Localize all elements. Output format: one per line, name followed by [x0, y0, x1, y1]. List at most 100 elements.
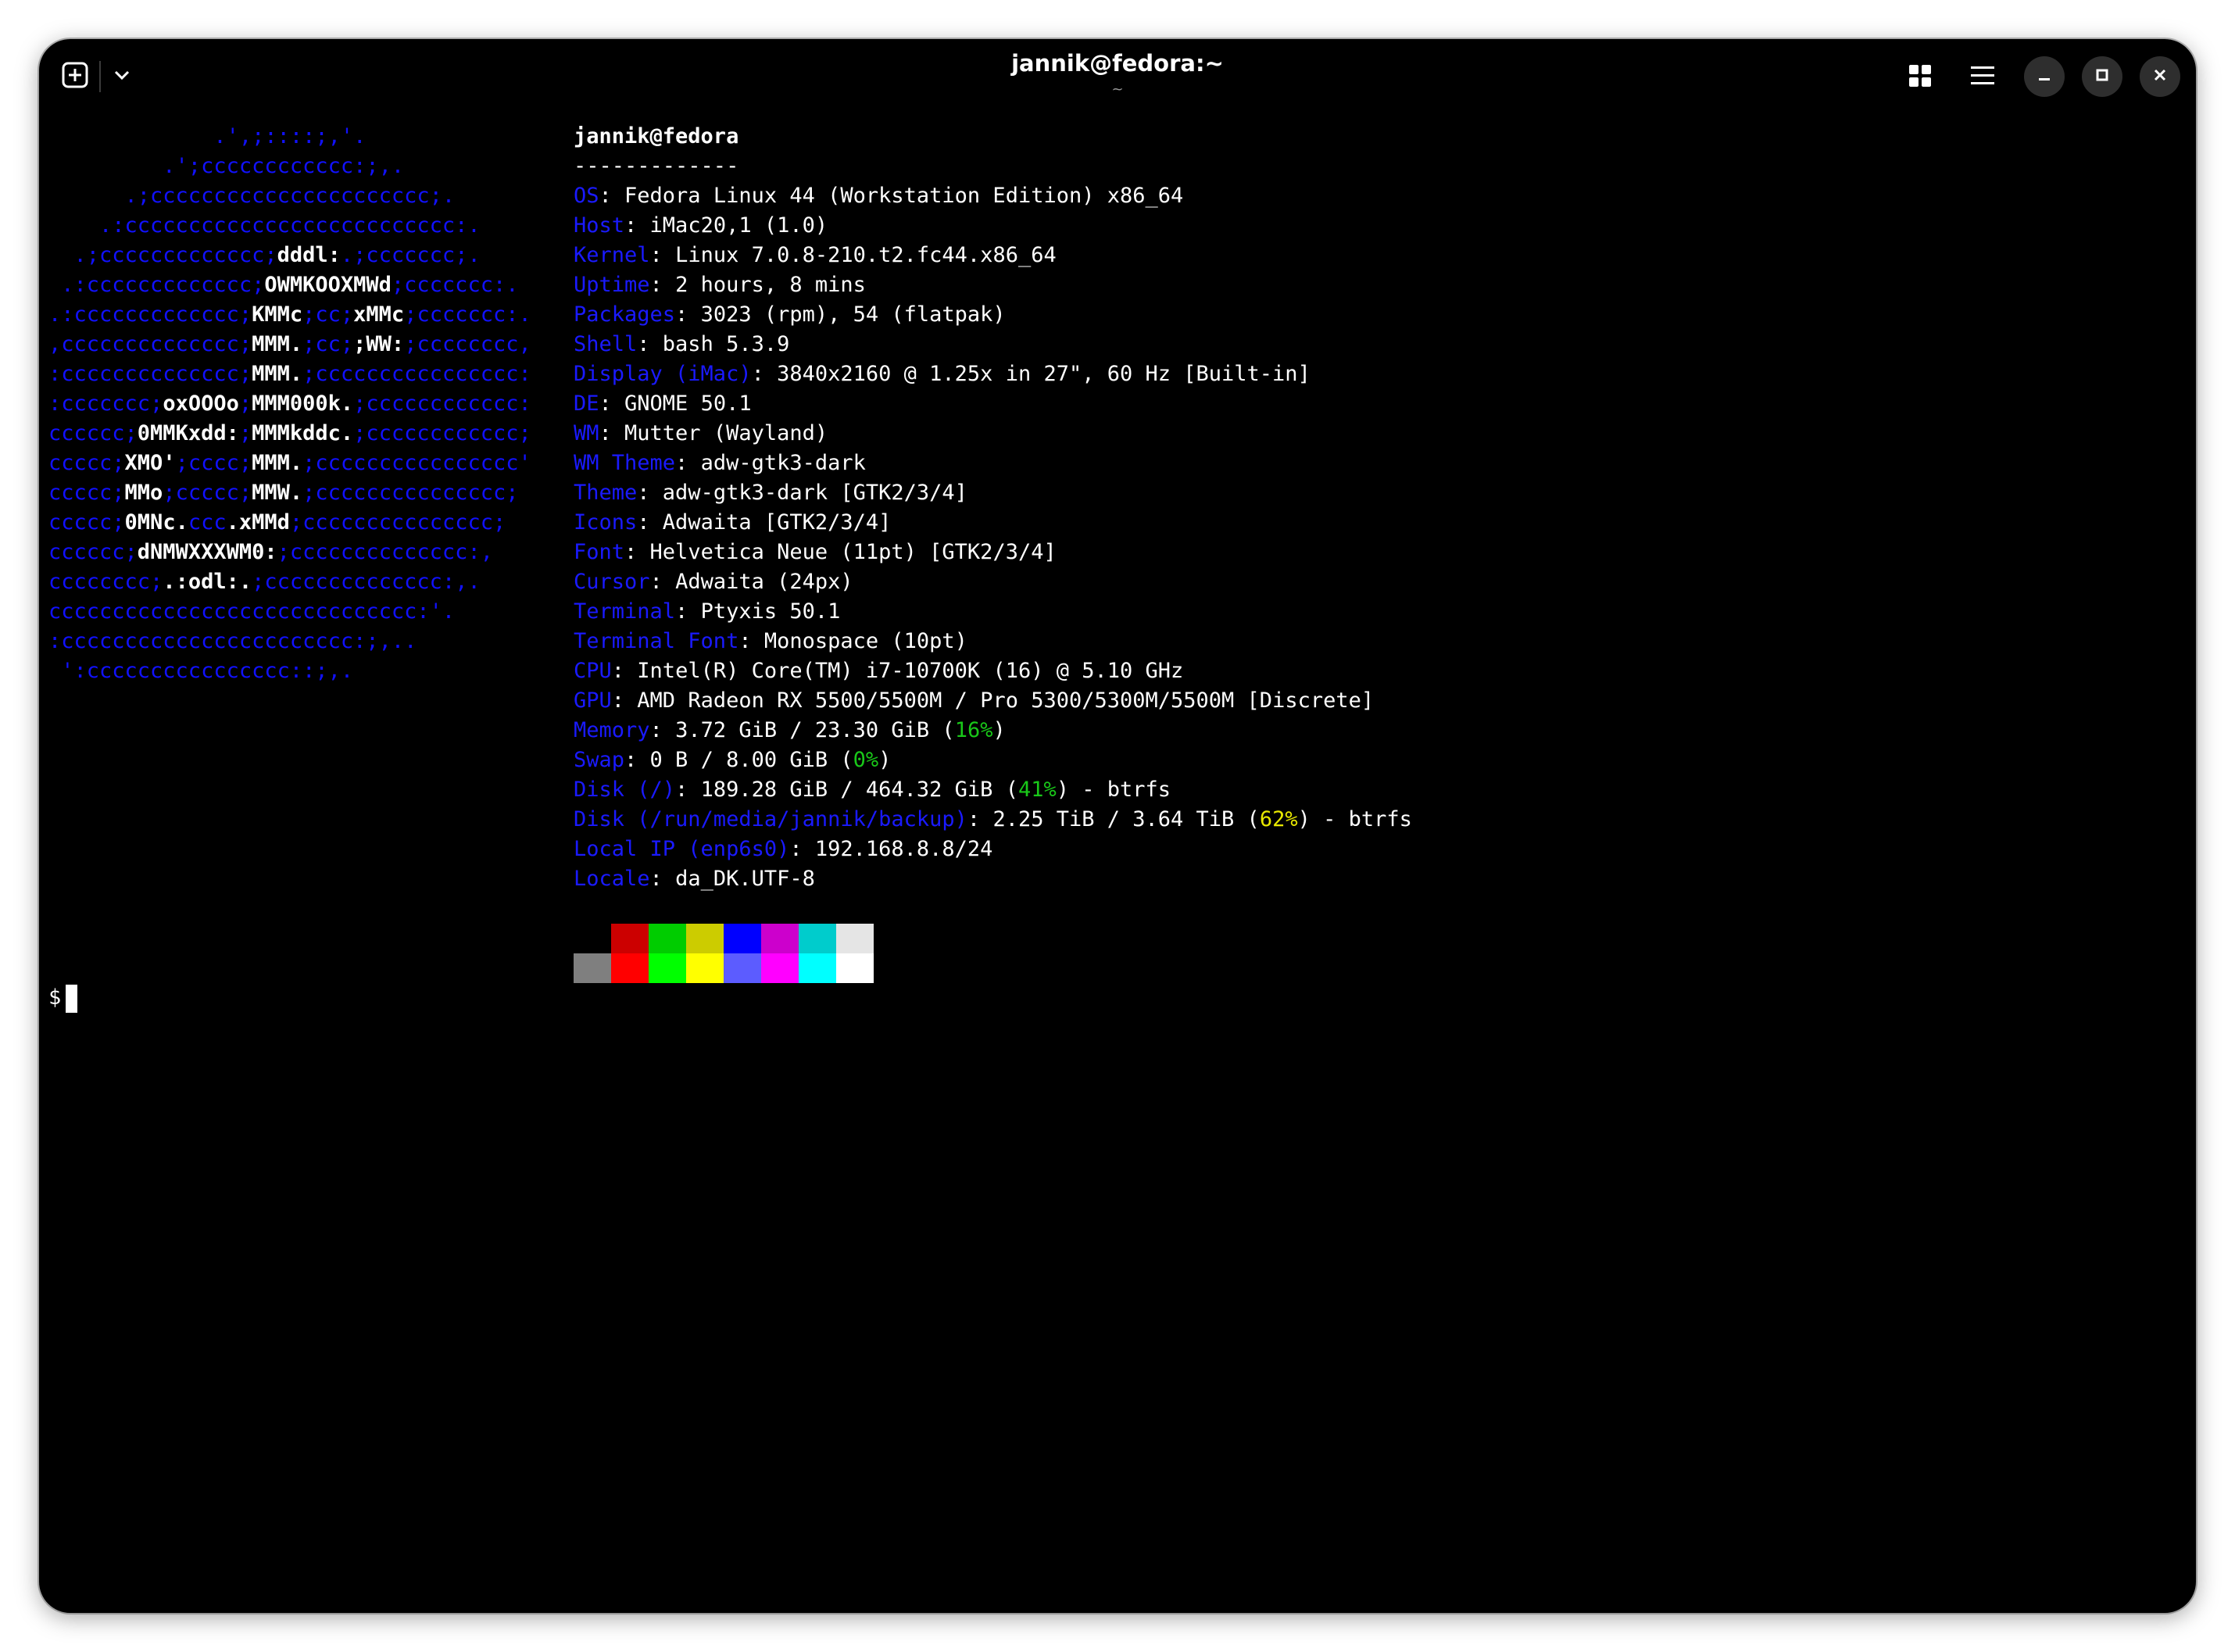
info-row: Packages: 3023 (rpm), 54 (flatpak) — [574, 302, 1006, 327]
logo-segment: ;cccccccc, — [404, 332, 531, 356]
logo-segment: ;ccccc; — [163, 481, 252, 505]
info-value: Linux 7.0.8-210.t2.fc44.x86_64 — [675, 243, 1057, 267]
logo-segment: ;cccccccccccc: — [353, 392, 531, 416]
info-value: Helvetica Neue (11pt) [GTK2/3/4] — [649, 540, 1057, 564]
info-value: Adwaita (24px) — [675, 570, 853, 594]
info-label: CPU — [574, 659, 612, 683]
logo-segment: .:ccccccccccccc; — [48, 273, 265, 297]
info-label: OS — [574, 184, 599, 208]
palette-swatch — [761, 953, 799, 983]
info-label: Terminal Font — [574, 629, 739, 653]
logo-line: ccccccccccccccccccccccccccccc:'. — [48, 597, 455, 627]
logo-segment: .';cccccccccccc:;,. — [48, 154, 405, 178]
logo-line: ccccc;MMo;ccccc;MMW.;ccccccccccccccc; — [48, 478, 519, 508]
info-row: Swap: 0 B / 8.00 GiB (0%) — [574, 748, 892, 772]
logo-line: .;cccccccccccccccccccccc;. — [48, 181, 456, 211]
info-row: Memory: 3.72 GiB / 23.30 GiB (16%) — [574, 718, 1006, 742]
minimize-button[interactable] — [2024, 56, 2065, 97]
logo-segment: ;cc; — [302, 332, 354, 356]
logo-segment: ;cccccccccccccccc' — [302, 451, 531, 475]
info-suffix: ) - btrfs — [1056, 778, 1171, 802]
palette-swatch — [574, 953, 611, 983]
close-icon — [2153, 68, 2167, 85]
info-label: Memory — [574, 718, 650, 742]
palette-swatch — [611, 924, 649, 953]
logo-line: .',;::::;,'. — [48, 122, 366, 152]
info-value: Monospace (10pt) — [763, 629, 967, 653]
info-value: adw-gtk3-dark [GTK2/3/4] — [662, 481, 967, 505]
logo-segment: ccccccccccccccccccccccccccccc:'. — [48, 599, 456, 624]
info-value: Adwaita [GTK2/3/4] — [662, 510, 892, 535]
logo-segment: :ccccccccccccccccccccccc:;,.. — [48, 629, 417, 653]
logo-segment: ,cccccccccccccc; — [48, 332, 252, 356]
logo-segment: ;cccccccccccccccc: — [302, 362, 531, 386]
logo-line: cccccccc;.:odl:.;cccccccccccccc:,. — [48, 567, 481, 597]
info-value: 3.72 GiB / 23.30 GiB ( — [675, 718, 955, 742]
info-row: Terminal Font: Monospace (10pt) — [574, 629, 967, 653]
logo-line: ccccc;0MNc.ccc.xMMd;ccccccccccccccc; — [48, 508, 506, 538]
palette-swatch — [761, 924, 799, 953]
logo-segment: 0MNc. — [124, 510, 188, 535]
info-row: Kernel: Linux 7.0.8-210.t2.fc44.x86_64 — [574, 243, 1057, 267]
logo-segment: ':cccccccccccccccc::;,. — [48, 659, 354, 683]
logo-segment: ;WW: — [353, 332, 405, 356]
palette-swatch — [724, 953, 761, 983]
info-label: Shell — [574, 332, 638, 356]
info-row: Shell: bash 5.3.9 — [574, 332, 790, 356]
logo-segment: .:odl:. — [163, 570, 252, 594]
logo-segment: ccccc; — [48, 510, 125, 535]
logo-segment: .;cccccccccccccccccccccc;. — [48, 184, 456, 208]
palette-swatch — [836, 953, 874, 983]
palette-swatch — [649, 953, 686, 983]
logo-segment: OWMKOOXMWd — [264, 273, 392, 297]
info-row: Terminal: Ptyxis 50.1 — [574, 599, 841, 624]
logo-segment: oxOOOo — [163, 392, 239, 416]
info-label: Disk (/) — [574, 778, 676, 802]
logo-segment: MMW. — [252, 481, 303, 505]
logo-line: cccccc;dNMWXXXWM0:;cccccccccccccc:, — [48, 538, 493, 567]
logo-line: ':cccccccccccccccc::;,. — [48, 656, 353, 686]
info-value: 2 hours, 8 mins — [675, 273, 866, 297]
window-subtitle: ~ — [1111, 81, 1124, 98]
tab-overview-button[interactable] — [1899, 56, 1941, 98]
info-row: Local IP (enp6s0): 192.168.8.8/24 — [574, 837, 993, 861]
logo-segment: ; — [238, 421, 252, 445]
logo-segment: MMM000k. — [252, 392, 354, 416]
logo-segment: MMM. — [252, 362, 303, 386]
grid-icon — [1908, 64, 1932, 91]
logo-line: :cccccccccccccc;MMM.;cccccccccccccccc: — [48, 359, 531, 389]
shell-prompt[interactable]: $ — [48, 983, 78, 1013]
logo-segment: cccccc; — [48, 421, 138, 445]
maximize-icon — [2095, 68, 2109, 85]
info-label: Host — [574, 213, 625, 238]
logo-segment: .xMMd — [226, 510, 290, 535]
info-value: 189.28 GiB / 464.32 GiB ( — [700, 778, 1018, 802]
usage-percent: 41% — [1017, 778, 1057, 802]
logo-segment: cccccccc; — [48, 570, 163, 594]
info-row: Display (iMac): 3840x2160 @ 1.25x in 27"… — [574, 362, 1311, 386]
logo-segment: :ccccccc; — [48, 392, 163, 416]
info-label: Disk (/run/media/jannik/backup) — [574, 807, 967, 831]
palette-swatch — [799, 953, 836, 983]
main-menu-button[interactable] — [1961, 56, 2004, 98]
info-suffix: ) — [992, 718, 1006, 742]
terminal-output[interactable]: .',;::::;,'. .';cccccccccccc:;,. .;ccccc… — [39, 39, 1412, 1013]
info-value: iMac20,1 (1.0) — [649, 213, 828, 238]
maximize-button[interactable] — [2082, 56, 2122, 97]
logo-segment: XMO' — [124, 451, 176, 475]
logo-line: :ccccccc;oxOOOo;MMM000k.;cccccccccccc: — [48, 389, 531, 419]
info-value: Mutter (Wayland) — [624, 421, 828, 445]
info-value: Intel(R) Core(TM) i7-10700K (16) @ 5.10 … — [637, 659, 1184, 683]
prompt-symbol: $ — [48, 985, 62, 1010]
info-row: Theme: adw-gtk3-dark [GTK2/3/4] — [574, 481, 967, 505]
usage-percent: 62% — [1259, 807, 1298, 831]
info-label: Font — [574, 540, 625, 564]
info-value: Ptyxis 50.1 — [700, 599, 841, 624]
info-row: WM: Mutter (Wayland) — [574, 421, 828, 445]
logo-segment: .;ccccccccccccc; — [48, 243, 277, 267]
logo-segment: .:cccccccccccccccccccccccccc:. — [48, 213, 481, 238]
info-value: adw-gtk3-dark — [700, 451, 866, 475]
close-button[interactable] — [2140, 56, 2180, 97]
logo-segment: ;cc; — [302, 302, 354, 327]
info-label: GPU — [574, 688, 612, 713]
